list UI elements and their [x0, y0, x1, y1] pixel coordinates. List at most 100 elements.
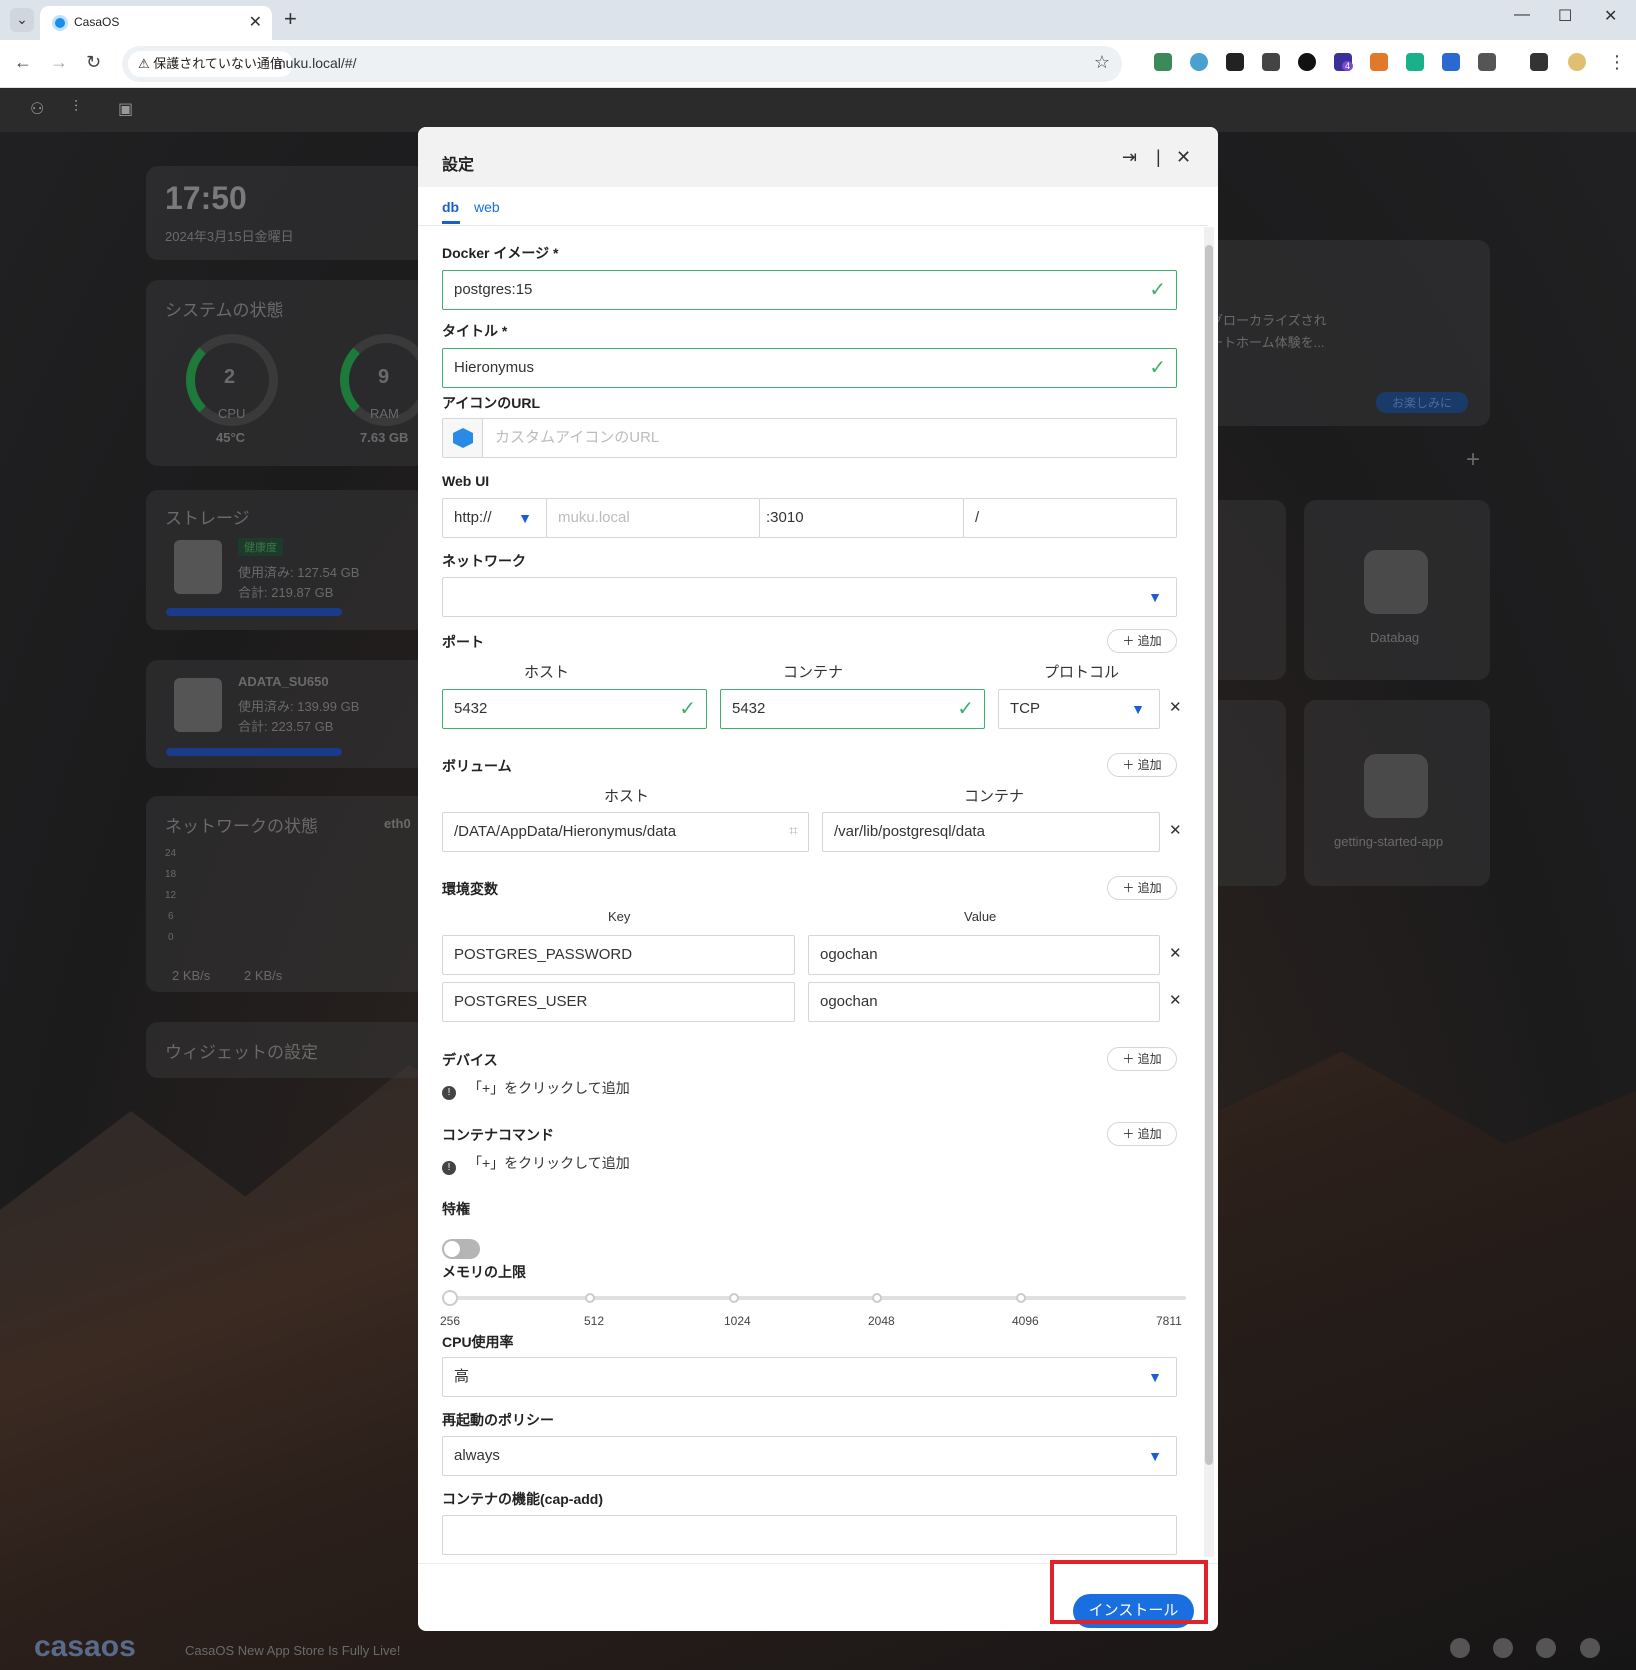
sidepanel-icon[interactable] [1530, 53, 1548, 71]
settings-sliders-icon[interactable]: ⫶ [74, 99, 78, 117]
browser-tab[interactable]: CasaOS ✕ [40, 6, 272, 40]
extension-pen-icon[interactable] [1226, 53, 1244, 71]
active-tab-indicator [442, 221, 460, 224]
add-command-button[interactable]: ＋ 追加 [1107, 1122, 1177, 1146]
reload-icon[interactable]: ↻ [86, 52, 101, 73]
webui-port-input[interactable]: :3010 [759, 498, 964, 538]
forward-icon[interactable]: → [50, 52, 68, 73]
footer-announcement[interactable]: CasaOS New App Store Is Fully Live! [185, 1643, 400, 1658]
toggle-knob [444, 1241, 460, 1257]
env-value-input[interactable]: ogochan [808, 982, 1160, 1022]
add-port-label: 追加 [1137, 634, 1162, 648]
bookmark-star-icon[interactable]: ☆ [1094, 52, 1110, 73]
menu-kebab-icon[interactable]: ⋮ [1608, 52, 1626, 73]
add-env-button[interactable]: ＋ 追加 [1107, 876, 1177, 900]
cpu-select[interactable]: 高 ▼ [442, 1357, 1177, 1397]
remove-env-icon[interactable]: ✕ [1169, 944, 1182, 962]
network-label: ネットワーク [442, 553, 526, 569]
import-icon[interactable]: ⇥ [1122, 147, 1137, 168]
devices-note: ! 「+」をクリックして追加 [442, 1078, 630, 1100]
port-protocol-header: プロトコル [1044, 664, 1120, 681]
tab-db[interactable]: db [442, 199, 459, 215]
restart-select[interactable]: always ▼ [442, 1436, 1177, 1476]
promo-button[interactable]: お楽しみに [1376, 392, 1469, 413]
tab-web[interactable]: web [474, 199, 500, 215]
terminal-icon[interactable]: ▣ [118, 99, 133, 119]
add-app-icon[interactable]: + [1466, 446, 1480, 474]
promo-text-1: グローカライズされ [1210, 313, 1327, 328]
user-icon[interactable]: ⚇ [30, 99, 44, 119]
address-bar[interactable]: ⚠ 保護されていない通信 muku.local/#/ ☆ [122, 46, 1122, 82]
back-icon[interactable]: ← [14, 52, 32, 73]
port-protocol-select[interactable]: TCP ▼ [998, 689, 1160, 729]
valid-check-icon: ✓ [957, 698, 974, 720]
github-icon[interactable] [1536, 1638, 1556, 1658]
slider-mark [585, 1293, 595, 1303]
icon-url-input[interactable]: カスタムアイコンのURL [442, 418, 1177, 458]
webui-host-input[interactable]: muku.local [546, 498, 760, 538]
add-device-button[interactable]: ＋ 追加 [1107, 1047, 1177, 1071]
url-text[interactable]: muku.local/#/ [274, 55, 356, 71]
remove-env-icon[interactable]: ✕ [1169, 991, 1182, 1009]
memory-slider[interactable] [442, 1290, 1186, 1306]
webui-scheme-value: http:// [454, 509, 492, 526]
close-icon[interactable]: ✕ [1176, 147, 1191, 168]
close-tab-icon[interactable]: ✕ [249, 12, 262, 32]
volume-container-input[interactable]: /var/lib/postgresql/data [822, 812, 1160, 852]
profile-avatar-icon[interactable] [1568, 53, 1586, 71]
cube-icon [453, 428, 473, 448]
remove-port-icon[interactable]: ✕ [1169, 698, 1182, 716]
close-window-icon[interactable]: ✕ [1604, 6, 1617, 26]
command-note-text: 「+」をクリックして追加 [468, 1155, 630, 1171]
folder-picker-icon[interactable]: ⌗ [789, 813, 798, 851]
extension-circle-icon[interactable] [1190, 53, 1208, 71]
env-key-input[interactable]: POSTGRES_USER [442, 982, 795, 1022]
app-name-databag: Databag [1370, 630, 1420, 645]
icon-url-label: アイコンのURL [442, 395, 541, 411]
memory-tick: 4096 [1012, 1314, 1039, 1328]
network-select[interactable]: ▼ [442, 577, 1177, 617]
extension-qr-icon[interactable] [1262, 53, 1280, 71]
minimize-icon[interactable]: — [1514, 6, 1530, 24]
extension-hex-icon[interactable]: 4 [1334, 53, 1354, 71]
port-container-input[interactable]: 5432 ✓ [720, 689, 985, 729]
extension-block-icon[interactable] [1298, 53, 1316, 71]
maximize-icon[interactable]: ☐ [1558, 6, 1572, 26]
extension-fox-icon[interactable] [1370, 53, 1388, 71]
cpu-label: CPU使用率 [442, 1334, 514, 1350]
add-port-button[interactable]: ＋ 追加 [1107, 629, 1177, 653]
port-host-input[interactable]: 5432 ✓ [442, 689, 707, 729]
webui-path-input[interactable]: / [963, 498, 1177, 538]
env-value-input[interactable]: ogochan [808, 935, 1160, 975]
webui-scheme-select[interactable]: http:// ▼ [442, 498, 547, 538]
port-container-value: 5432 [732, 700, 766, 717]
volumes-label: ボリューム [442, 758, 512, 774]
chat-icon[interactable] [1580, 1638, 1600, 1658]
extension-screen-icon[interactable] [1442, 53, 1460, 71]
webui-host-placeholder: muku.local [558, 509, 630, 526]
title-input[interactable]: Hieronymus ✓ [442, 348, 1177, 388]
clock-date: 2024年3月15日金曜日 [165, 229, 294, 244]
docker-image-input[interactable]: postgres:15 ✓ [442, 270, 1177, 310]
tab-list-icon[interactable]: ⌄ [10, 8, 34, 32]
security-warning[interactable]: ⚠ 保護されていない通信 [128, 51, 293, 77]
env-key-input[interactable]: POSTGRES_PASSWORD [442, 935, 795, 975]
scrollbar-thumb[interactable] [1205, 245, 1213, 1465]
capadd-input[interactable] [442, 1515, 1177, 1555]
capadd-label: コンテナの機能(cap-add) [442, 1491, 603, 1507]
new-tab-icon[interactable]: + [284, 6, 297, 32]
memory-slider-handle[interactable] [442, 1290, 458, 1306]
extension-v-icon[interactable] [1154, 53, 1172, 71]
privileged-toggle[interactable] [442, 1239, 480, 1259]
volume-host-input[interactable]: /DATA/AppData/Hieronymus/data ⌗ [442, 812, 809, 852]
memory-tick: 256 [440, 1314, 461, 1328]
extension-square-icon[interactable] [1406, 53, 1424, 71]
add-volume-button[interactable]: ＋ 追加 [1107, 753, 1177, 777]
chevron-down-icon: ▼ [518, 510, 532, 526]
forum-icon[interactable] [1450, 1638, 1470, 1658]
extensions-puzzle-icon[interactable] [1478, 53, 1496, 71]
discord-icon[interactable] [1493, 1638, 1513, 1658]
remove-volume-icon[interactable]: ✕ [1169, 821, 1182, 839]
modal-header: 設定 ⇥ | ✕ [418, 127, 1218, 187]
net-tick-0: 24 [165, 848, 177, 859]
